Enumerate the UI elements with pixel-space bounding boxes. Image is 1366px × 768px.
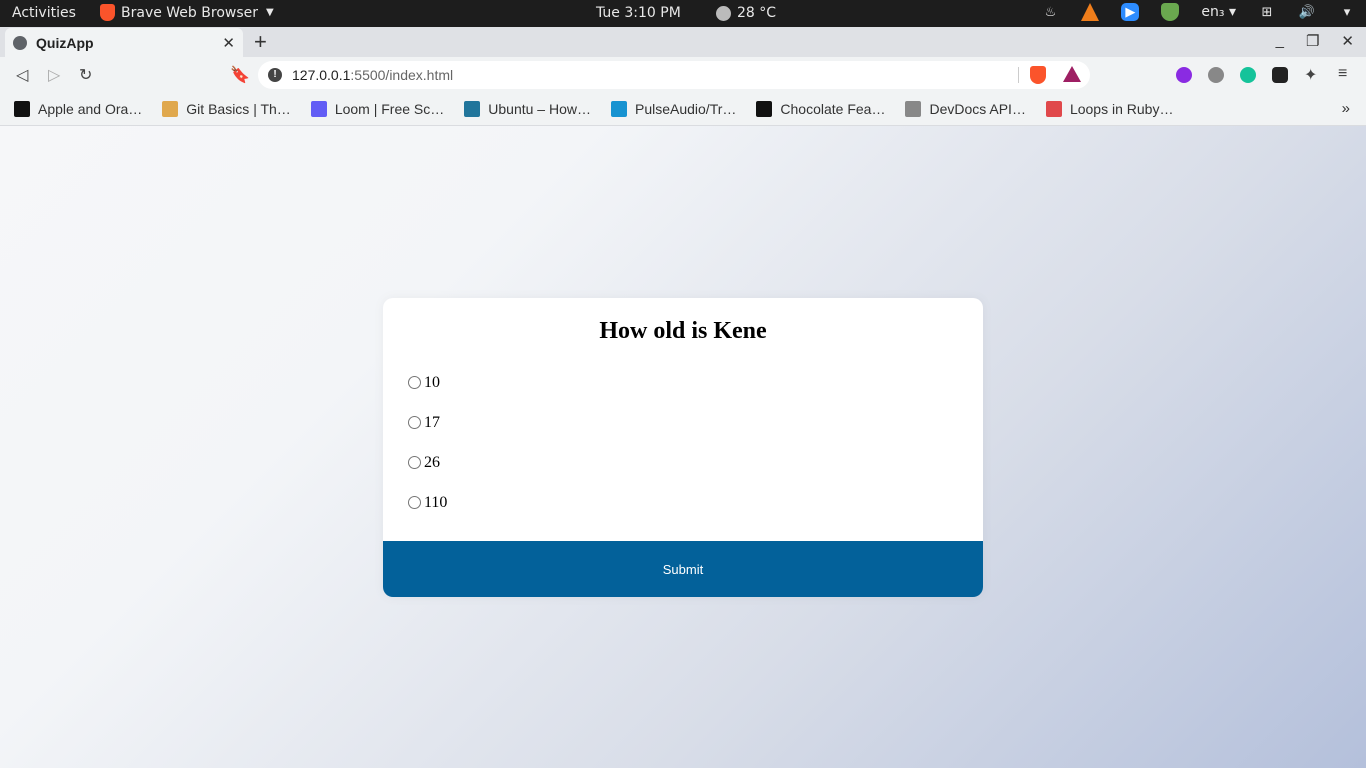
close-tab-icon[interactable]: ✕ [222,34,235,52]
question-heading: How old is Kene [599,318,767,344]
bookmark-label: Loops in Ruby… [1069,101,1174,117]
url-path: :5500/index.html [350,67,454,83]
bookmark-label: Loom | Free Sc… [334,101,445,117]
weather-icon [716,5,731,21]
divider [1018,67,1019,83]
bookmark-item[interactable]: Chocolate Fea… [756,101,885,117]
activities-button[interactable]: Activities [12,5,76,21]
loom-icon [310,101,327,117]
bookmark-item[interactable]: Ubuntu – How… [464,101,591,117]
bookmark-item[interactable]: Loom | Free Sc… [310,101,445,117]
bookmark-item[interactable]: Loops in Ruby… [1045,101,1174,117]
caffeine-icon[interactable]: ♨ [1041,3,1059,21]
answer-radio[interactable] [408,496,421,509]
odin-icon [162,101,179,117]
answer-option[interactable]: 110 [407,494,447,534]
navigation-bar: ◁ ▷ ↻ 🔖 ! 127.0.0.1:5500/index.html ✦ ≡ [0,57,1366,93]
bookmark-item[interactable]: PulseAudio/Tr… [610,101,737,117]
browser-menu-icon[interactable]: ≡ [1338,65,1347,83]
tab-title: QuizApp [36,34,94,51]
bookmarks-overflow-icon[interactable]: » [1342,100,1350,117]
answer-label[interactable]: 26 [424,454,440,472]
app-name: Brave Web Browser [121,4,258,21]
answer-option[interactable]: 17 [407,414,447,454]
answer-radio[interactable] [408,456,421,469]
vpn-shield-icon[interactable] [1161,3,1180,21]
tab-quizapp[interactable]: QuizApp ✕ [5,28,243,57]
archlinux-icon [610,101,627,117]
network-icon[interactable]: ⊞ [1258,3,1276,21]
quiz-card: How old is Kene 10 17 26 110 Submit [383,298,983,597]
extension-honey-icon[interactable] [1272,67,1288,83]
ruby-icon [1045,101,1062,117]
answer-label[interactable]: 10 [424,374,440,392]
bookmark-item[interactable]: DevDocs API… [905,101,1026,117]
answer-option[interactable]: 26 [407,454,447,494]
site-info-icon[interactable]: ! [268,68,282,82]
system-tray: ♨ ▶ en₃ ▾ ⊞ 🔊 ▾ [1041,3,1356,21]
extension-loom-icon[interactable] [1176,67,1192,83]
bookmarks-bar: Apple and Ora… Git Basics | Th… Loom | Fre… [0,93,1366,126]
forward-button[interactable]: ▷ [48,65,60,85]
tab-strip: QuizApp ✕ + _ ❐ ✕ [0,27,1366,57]
weather-temperature: 28 °C [737,5,777,21]
page-background: How old is Kene 10 17 26 110 Submit [0,126,1366,768]
devdocs-icon [905,101,922,117]
weather-indicator[interactable]: 28 °C [716,5,776,21]
minimize-icon[interactable]: _ [1276,32,1284,50]
extension-grammarly-icon[interactable] [1240,67,1256,83]
submit-button[interactable]: Submit [383,541,983,597]
bookmark-label: PulseAudio/Tr… [634,101,737,117]
wordpress-icon [464,101,481,117]
hackerrank-icon [756,101,773,117]
restore-icon[interactable]: ❐ [1306,32,1319,50]
language-indicator[interactable]: en₃ ▾ [1201,4,1236,20]
zoom-icon[interactable]: ▶ [1121,3,1140,21]
answer-label[interactable]: 110 [424,494,447,512]
extension-grammarly-go-icon[interactable] [1208,67,1224,83]
brave-shields-icon[interactable] [1030,66,1046,84]
hackerrank-icon [14,101,30,117]
vlc-icon[interactable] [1081,3,1100,21]
brave-rewards-icon[interactable] [1063,66,1081,82]
back-button[interactable]: ◁ [16,65,28,85]
bookmark-item[interactable]: Git Basics | Th… [162,101,291,117]
bookmark-icon[interactable]: 🔖 [230,65,250,85]
app-menu[interactable]: Brave Web Browser ▼ [100,4,274,21]
answer-radio[interactable] [408,376,421,389]
extensions-puzzle-icon[interactable]: ✦ [1304,65,1317,85]
bookmark-label: DevDocs API… [929,101,1026,117]
bookmark-item[interactable]: Apple and Ora… [14,101,142,117]
answer-label[interactable]: 17 [424,414,440,432]
address-bar[interactable]: ! 127.0.0.1:5500/index.html [258,61,1090,89]
bookmark-label: Git Basics | Th… [186,101,291,117]
clock[interactable]: Tue 3:10 PM [596,5,681,21]
window-controls: _ ❐ ✕ [1276,32,1354,50]
chevron-down-icon: ▼ [266,7,274,18]
answer-radio[interactable] [408,416,421,429]
bookmark-label: Chocolate Fea… [780,101,886,117]
globe-icon [13,35,27,50]
bookmark-label: Apple and Ora… [38,101,143,117]
url-host: 127.0.0.1 [292,67,351,83]
bookmark-label: Ubuntu – How… [488,101,591,117]
answer-option[interactable]: 10 [407,374,447,414]
power-menu-icon[interactable]: ▾ [1338,3,1356,21]
close-window-icon[interactable]: ✕ [1341,32,1354,50]
new-tab-button[interactable]: + [254,29,267,55]
brave-logo-icon [100,4,115,21]
reload-button[interactable]: ↻ [79,65,92,85]
volume-icon[interactable]: 🔊 [1298,3,1316,21]
system-top-bar: Activities Brave Web Browser ▼ Tue 3:10 … [0,0,1366,27]
answers-list: 10 17 26 110 [407,374,447,534]
